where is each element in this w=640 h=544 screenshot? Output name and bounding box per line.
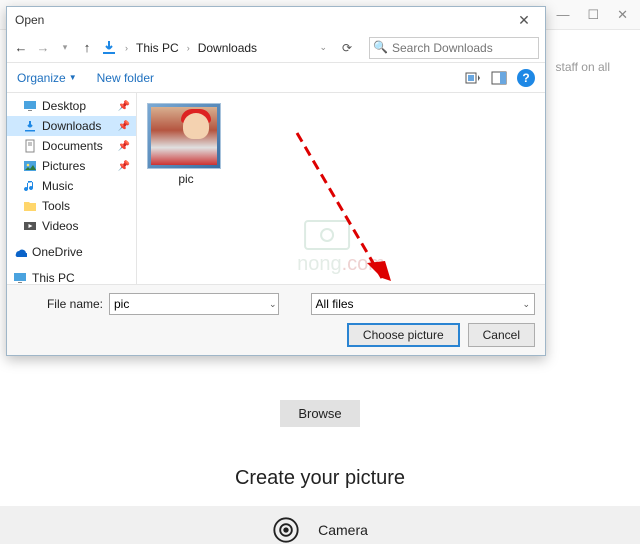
sidebar-item-videos[interactable]: Videos [7, 216, 136, 236]
sidebar-item-desktop[interactable]: Desktop📌 [7, 96, 136, 116]
search-icon: 🔍 [373, 40, 388, 54]
sidebar-item-onedrive[interactable]: OneDrive [7, 242, 136, 262]
minimize-button[interactable]: — [556, 7, 569, 22]
bg-close-button[interactable]: ✕ [617, 7, 628, 23]
search-box[interactable]: 🔍 [369, 37, 539, 59]
refresh-icon[interactable]: ⟳ [339, 41, 355, 55]
pin-icon: 📌 [118, 141, 130, 152]
pin-icon: 📌 [118, 101, 130, 112]
nav-forward-icon[interactable]: → [35, 40, 51, 55]
file-tile-pic[interactable]: pic [147, 103, 225, 186]
preview-pane-icon[interactable] [491, 70, 507, 86]
pin-icon: 📌 [118, 121, 130, 132]
desktop-icon [23, 99, 37, 113]
camera-label: Camera [318, 522, 368, 538]
camera-option[interactable]: Camera [0, 516, 640, 544]
annotation-arrow [287, 123, 407, 284]
nav-recent-dropdown[interactable]: ▾ [57, 42, 73, 53]
toolbar: Organize▼ New folder ? [7, 63, 545, 93]
search-input[interactable] [369, 37, 539, 59]
dialog-titlebar: Open ✕ [7, 7, 545, 33]
sidebar-item-tools[interactable]: Tools [7, 196, 136, 216]
file-thumbnail [147, 103, 221, 169]
camera-icon [272, 516, 300, 544]
path-dropdown-icon[interactable]: ⌄ [319, 42, 327, 53]
create-picture-heading: Create your picture [0, 467, 640, 490]
nav-sidebar[interactable]: Desktop📌 Downloads📌 Documents📌 Pictures📌… [7, 93, 137, 284]
onedrive-icon [13, 245, 27, 259]
browse-button[interactable]: Browse [280, 400, 359, 427]
choose-picture-button[interactable]: Choose picture [347, 323, 460, 347]
breadcrumb-this-pc[interactable]: This PC [136, 41, 179, 55]
sidebar-item-pictures[interactable]: Pictures📌 [7, 156, 136, 176]
chevron-right-icon[interactable]: › [125, 43, 128, 53]
downloads-path-icon [101, 40, 117, 56]
nav-back-icon[interactable]: ← [13, 40, 29, 55]
cancel-button[interactable]: Cancel [468, 323, 535, 347]
dialog-title: Open [13, 13, 509, 27]
view-thumb-icon[interactable] [465, 70, 481, 86]
maximize-button[interactable]: ☐ [587, 7, 599, 23]
new-folder-button[interactable]: New folder [97, 71, 154, 85]
file-pane[interactable]: pic nong.com [137, 93, 545, 284]
dialog-footer: File name: ⌄ All files ⌄ Choose picture … [7, 284, 545, 355]
filename-input[interactable] [109, 293, 279, 315]
pictures-icon [23, 159, 37, 173]
breadcrumb-downloads[interactable]: Downloads [198, 41, 257, 55]
dialog-body: Desktop📌 Downloads📌 Documents📌 Pictures📌… [7, 93, 545, 284]
dialog-close-button[interactable]: ✕ [509, 12, 539, 29]
sidebar-item-this-pc[interactable]: This PC [7, 268, 136, 284]
documents-icon [23, 139, 37, 153]
downloads-icon [23, 119, 37, 133]
chevron-down-icon: ⌄ [522, 299, 530, 310]
nav-up-icon[interactable]: ↑ [79, 40, 95, 55]
nav-bar: ← → ▾ ↑ › This PC › Downloads ⌄ ⟳ 🔍 [7, 33, 545, 63]
sidebar-item-documents[interactable]: Documents📌 [7, 136, 136, 156]
filename-label: File name: [17, 297, 103, 311]
chevron-down-icon: ▼ [69, 73, 77, 82]
music-icon [23, 179, 37, 193]
this-pc-icon [13, 271, 27, 284]
sidebar-item-downloads[interactable]: Downloads📌 [7, 116, 136, 136]
staff-text: staff on all [556, 60, 610, 74]
videos-icon [23, 219, 37, 233]
folder-icon [23, 199, 37, 213]
watermark: nong.com [297, 213, 385, 276]
sidebar-item-music[interactable]: Music [7, 176, 136, 196]
help-icon[interactable]: ? [517, 69, 535, 87]
pin-icon: 📌 [118, 161, 130, 172]
chevron-right-icon[interactable]: › [187, 43, 190, 53]
file-type-filter[interactable]: All files ⌄ [311, 293, 535, 315]
open-dialog: Open ✕ ← → ▾ ↑ › This PC › Downloads ⌄ ⟳… [6, 6, 546, 356]
file-label: pic [147, 172, 225, 186]
organize-menu[interactable]: Organize▼ [17, 71, 77, 85]
